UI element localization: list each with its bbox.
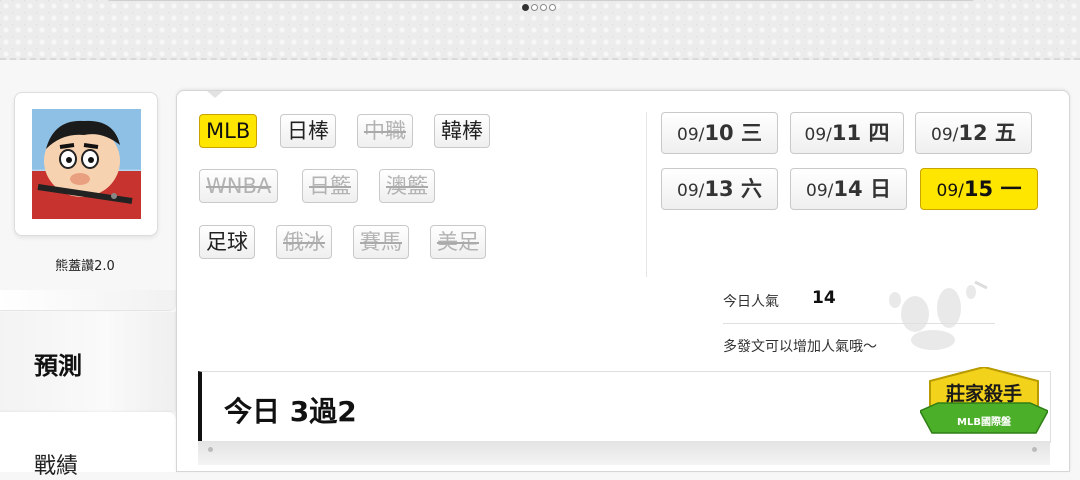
badge-title: 莊家殺手 (946, 382, 1022, 405)
nav-predict[interactable]: 預測 (0, 312, 176, 412)
nav-predict-label: 預測 (34, 352, 82, 380)
list-header-strip (198, 441, 1050, 465)
date-button-0910[interactable]: 09/10 三 (661, 112, 778, 154)
popularity-divider (723, 323, 995, 324)
user-nickname[interactable]: 熊蓋讚2.0 (0, 255, 170, 274)
popularity-hint: 多發文可以增加人氣哦～ (723, 339, 877, 355)
bookmaker-killer-badge-icon[interactable]: 莊家殺手 MLB國際盤 (920, 367, 1048, 439)
nav-record[interactable]: 戰績 (0, 412, 176, 479)
today-summary-text: 今日 3過2 (224, 395, 357, 428)
banner-frame (105, 0, 977, 1)
carousel-dot-3[interactable] (540, 4, 547, 11)
popularity-value: 14 (812, 288, 836, 308)
league-tag-mlb[interactable]: MLB (199, 114, 258, 148)
badge-subtitle: MLB國際盤 (957, 415, 1012, 428)
carousel-dot-1[interactable] (522, 4, 529, 11)
league-tag-jp-basketball: 日籃 (302, 169, 358, 203)
league-tag-horse-racing: 賽馬 (353, 225, 409, 259)
league-tag-wnba: WNBA (199, 169, 279, 203)
date-button-0911[interactable]: 09/11 四 (790, 112, 904, 154)
column-divider (646, 112, 647, 277)
league-tag-au-basketball: 澳籃 (379, 169, 435, 203)
profile-panel-base (0, 290, 176, 311)
carousel-dot-4[interactable] (549, 4, 556, 11)
cartoon-avatar-icon (32, 120, 141, 219)
date-button-0914[interactable]: 09/14 日 (790, 168, 907, 210)
league-tag-npb[interactable]: 日棒 (280, 114, 336, 148)
league-tag-cpbl: 中職 (357, 114, 413, 148)
league-tag-kbo[interactable]: 韓棒 (434, 114, 490, 148)
league-tag-american-football: 美足 (430, 225, 486, 259)
date-button-0913[interactable]: 09/13 六 (661, 168, 778, 210)
league-tag-soccer[interactable]: 足球 (199, 225, 255, 259)
carousel-dot-2[interactable] (531, 4, 538, 11)
avatar[interactable] (32, 109, 141, 219)
nav-record-label: 戰績 (34, 454, 79, 479)
league-tag-khl: 俄冰 (276, 225, 332, 259)
decorative-splash-icon (889, 280, 988, 350)
avatar-frame[interactable] (14, 92, 158, 236)
date-button-0915[interactable]: 09/15 一 (920, 168, 1038, 210)
carousel-dots (522, 4, 556, 11)
strip-dot-left (208, 447, 213, 452)
panel-pointer (207, 91, 223, 98)
strip-dot-right (1032, 447, 1037, 452)
date-button-0912[interactable]: 09/12 五 (915, 112, 1032, 154)
popularity-label: 今日人氣 (723, 294, 779, 310)
